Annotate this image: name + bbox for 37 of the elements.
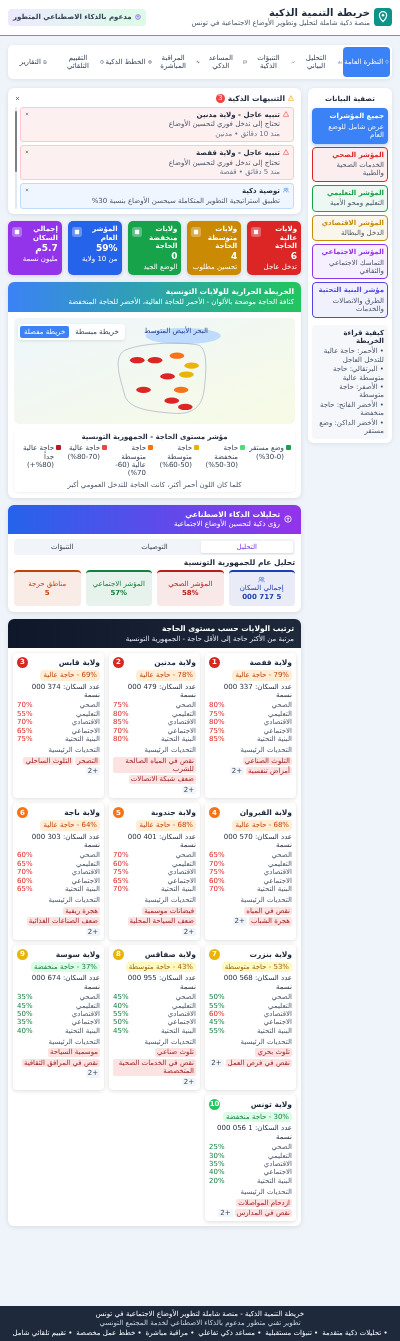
map-marker[interactable] — [178, 403, 193, 410]
map-marker[interactable] — [184, 362, 199, 369]
map-marker[interactable] — [169, 352, 185, 359]
warning-icon — [283, 111, 289, 117]
pulse-icon — [195, 60, 200, 64]
people-icon — [258, 576, 266, 583]
close-icon[interactable] — [25, 112, 29, 116]
people-icon — [283, 187, 289, 194]
square-icon — [131, 227, 142, 238]
stat-value: 6 — [289, 251, 297, 263]
map-marker[interactable] — [164, 397, 180, 404]
square-icon — [71, 227, 82, 238]
square-icon — [251, 227, 262, 238]
stat-value: 5.7م — [34, 242, 58, 254]
warning-icon — [283, 149, 289, 156]
stat-value: 4 — [229, 251, 238, 263]
target-icon — [147, 60, 152, 64]
chat-icon — [243, 60, 248, 64]
map-marker[interactable] — [147, 356, 163, 364]
stat-value: 0 — [170, 251, 178, 263]
map-marker[interactable] — [173, 386, 189, 393]
map-marker[interactable] — [136, 386, 151, 393]
scrollbar[interactable] — [15, 107, 17, 210]
close-icon[interactable] — [15, 95, 20, 101]
document-icon — [42, 60, 47, 64]
app-title: خريطة التنمية الذكية — [268, 7, 370, 19]
map-pin-logo-icon — [374, 8, 392, 27]
stat-value: 59% — [95, 242, 118, 254]
square-icon — [191, 227, 202, 238]
map-marker[interactable] — [179, 371, 194, 378]
trend-line-icon — [290, 60, 295, 64]
clock-icon — [100, 60, 105, 64]
square-icon — [12, 227, 22, 238]
warning-icon — [288, 95, 294, 101]
map-marker[interactable] — [160, 373, 175, 380]
map-marker[interactable] — [129, 356, 145, 364]
bar-chart-icon — [338, 60, 343, 64]
